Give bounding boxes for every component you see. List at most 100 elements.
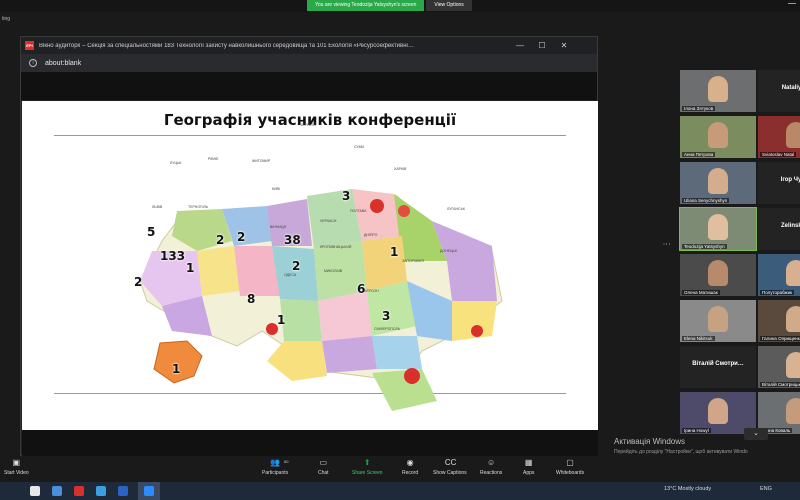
participant-tile[interactable]: Олена Матишак bbox=[680, 254, 756, 296]
region-label: ДНІПРО bbox=[364, 233, 378, 237]
participant-tile[interactable]: Ілона Зятуков bbox=[680, 70, 756, 112]
minimize-icon[interactable] bbox=[788, 3, 796, 4]
apps-button[interactable]: ▦ Apps bbox=[523, 458, 534, 476]
close-window-button[interactable]: ✕ bbox=[553, 41, 575, 50]
region-label: ВІННИЦЯ bbox=[270, 225, 286, 229]
participant-name: Олена Матишак bbox=[682, 290, 720, 295]
region-label: ТЕРНОПІЛЬ bbox=[188, 205, 209, 209]
participant-video bbox=[786, 352, 800, 378]
participants-count: 60 bbox=[284, 459, 289, 464]
participant-video bbox=[708, 122, 728, 148]
share-screen-icon: ⬆ bbox=[363, 458, 371, 467]
participant-name: Анна Петрова bbox=[682, 152, 716, 157]
region-label: ХЕРСОН bbox=[364, 289, 379, 293]
language-indicator[interactable]: ENG bbox=[760, 486, 772, 492]
presentation-slide: Географія учасників конференції 3 5 2 38… bbox=[22, 101, 598, 430]
participant-tile[interactable]: Sviatoslav Natal bbox=[758, 116, 800, 158]
participant-name: Полуторабжик bbox=[760, 290, 795, 295]
participant-name: Віталій Смотрицький bbox=[760, 382, 800, 387]
participant-tile[interactable]: Ігор Чудак bbox=[758, 162, 800, 204]
region-label: ЛУЦЬК bbox=[170, 161, 182, 165]
region-label: ДОНЕЦЬК bbox=[440, 249, 457, 253]
chrome-icon[interactable] bbox=[96, 486, 106, 496]
chat-button[interactable]: ▭ Chat bbox=[318, 458, 329, 476]
participant-video bbox=[708, 168, 728, 194]
participant-count-badge: 1 bbox=[277, 313, 286, 327]
participant-name: Elena Nikitsuk bbox=[682, 336, 715, 341]
participant-tile[interactable]: Віталій Смотри… bbox=[680, 346, 756, 388]
start-video-button[interactable]: ▣ Start Video bbox=[4, 458, 29, 476]
word-icon[interactable] bbox=[118, 486, 128, 496]
reactions-button[interactable]: ☺ Reactions bbox=[480, 458, 502, 476]
minimize-window-button[interactable]: — bbox=[509, 41, 531, 50]
region-label: ОДЕСА bbox=[284, 273, 297, 277]
participant-tile[interactable]: Uliana Senychnyshyn bbox=[680, 162, 756, 204]
participant-tile[interactable]: Полуторабжик bbox=[758, 254, 800, 296]
participant-tile[interactable]: Віталій Смотрицький bbox=[758, 346, 800, 388]
participant-video bbox=[708, 306, 728, 332]
whiteboards-button[interactable]: ▢ Whiteboards bbox=[556, 458, 584, 476]
slide-bottom-band bbox=[22, 430, 598, 456]
share-screen-button[interactable]: ⬆ Share Screen bbox=[352, 458, 383, 476]
region-label: ЛЬВІВ bbox=[152, 205, 163, 209]
participant-name-large: Ігор Чудак bbox=[780, 177, 800, 183]
participant-tile[interactable]: Teodozija Yatsyshyn bbox=[679, 207, 757, 251]
participant-video bbox=[708, 76, 728, 102]
region-label: КРОПИВНИЦЬКИЙ bbox=[320, 245, 352, 249]
participant-tile[interactable]: Elena Nikitsuk bbox=[680, 300, 756, 342]
participant-video bbox=[786, 306, 800, 332]
participant-tile[interactable]: Галина Оприщенко bbox=[758, 300, 800, 342]
window-title: Вікно аудиторії – Секція за спеціальност… bbox=[39, 42, 414, 49]
zoom-icon[interactable] bbox=[144, 486, 154, 496]
address-bar[interactable]: i about:blank bbox=[21, 54, 597, 72]
participant-count-badge: 8 bbox=[247, 292, 256, 306]
participant-count-badge: 1 bbox=[390, 245, 399, 259]
whiteboard-icon: ▢ bbox=[566, 458, 574, 467]
windows-activation-title: Активація Windows bbox=[614, 437, 686, 446]
view-options-button[interactable]: View Options bbox=[426, 0, 472, 11]
url-text[interactable]: about:blank bbox=[45, 60, 81, 67]
browser-titlebar: EPI Вікно аудиторії – Секція за спеціаль… bbox=[21, 37, 597, 54]
edge-icon[interactable] bbox=[30, 486, 40, 496]
region-label: СІМФЕРОПОЛЬ bbox=[374, 327, 401, 331]
captions-icon: CC bbox=[444, 458, 457, 467]
info-icon[interactable]: i bbox=[29, 59, 37, 67]
participant-tile[interactable]: Анна Петрова bbox=[680, 116, 756, 158]
more-options-icon[interactable]: ⋮ bbox=[662, 240, 671, 248]
record-button[interactable]: ◉ Record bbox=[402, 458, 418, 476]
region-label: ПОЛТАВА bbox=[350, 209, 367, 213]
region-khmelnytskyi bbox=[234, 246, 280, 296]
video-off-icon: ▣ bbox=[12, 458, 21, 467]
weather-widget[interactable]: 13°C Mostly cloudy bbox=[664, 486, 711, 492]
region-odesa bbox=[267, 341, 327, 381]
participants-icon: 👥 bbox=[270, 458, 281, 467]
slide-top-band bbox=[21, 72, 597, 100]
participant-name: Ірина Howyl bbox=[682, 428, 711, 433]
participant-count-badge: 5 bbox=[147, 225, 156, 239]
participant-count-badge: 2 bbox=[216, 233, 225, 247]
zoom-toolbar: ▣ Start Video 👥 Participants ▭ Chat ⬆ Sh… bbox=[0, 456, 800, 482]
participant-video bbox=[786, 260, 800, 286]
flower-decor-icon bbox=[370, 199, 384, 213]
region-vinnytsia bbox=[280, 299, 322, 341]
participant-tile[interactable]: Zelinska H bbox=[758, 208, 800, 250]
show-captions-button[interactable]: CC Show Captions bbox=[433, 458, 467, 476]
meeting-label: ting bbox=[2, 16, 11, 22]
participant-tile[interactable]: Nataliya Y bbox=[758, 70, 800, 112]
participant-count-badge: 133 bbox=[160, 249, 186, 263]
zoom-top-bar: You are viewing Teodozija Yatsyshyn's sc… bbox=[0, 0, 800, 12]
participant-count-badge: 2 bbox=[292, 259, 301, 273]
chevron-down-icon[interactable]: ⌄ bbox=[744, 428, 768, 440]
participant-name: Teodozija Yatsyshyn bbox=[682, 244, 727, 249]
app-icon-red[interactable] bbox=[74, 486, 84, 496]
ukraine-map bbox=[139, 189, 503, 411]
explorer-icon[interactable] bbox=[52, 486, 62, 496]
participant-name: Галина Оприщенко bbox=[760, 336, 800, 341]
participant-name: Ілона Зятуков bbox=[682, 106, 716, 111]
region-kherson bbox=[372, 336, 422, 369]
flower-decor-icon bbox=[404, 368, 420, 384]
maximize-window-button[interactable]: ☐ bbox=[531, 41, 553, 50]
participant-video bbox=[786, 398, 800, 424]
region-label: СУМИ bbox=[354, 145, 365, 149]
region-label: КИЇВ bbox=[272, 187, 280, 191]
